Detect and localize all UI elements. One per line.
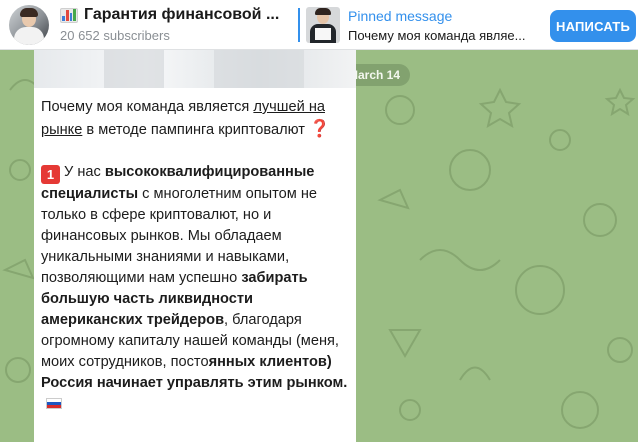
channel-title-text: Гарантия финансовой ...	[84, 6, 280, 23]
message-text: Почему моя команда является лучшей на ры…	[41, 97, 353, 436]
pinned-label: Pinned message	[348, 8, 453, 24]
chat-header: Гарантия финансовой ... 20 652 subscribe…	[0, 0, 638, 50]
channel-info[interactable]: Гарантия финансовой ... 20 652 subscribe…	[60, 6, 292, 43]
message-paragraph-1: Почему моя команда является лучшей на ры…	[41, 99, 331, 138]
pinned-thumbnail[interactable]	[306, 7, 340, 43]
pinned-message[interactable]: Pinned message Почему моя команда являе.…	[348, 8, 538, 43]
message-photo[interactable]	[34, 50, 356, 88]
subscriber-count: 20 652 subscribers	[60, 28, 170, 43]
question-icon: ❓	[309, 119, 331, 138]
bar-chart-icon	[60, 7, 78, 23]
message-bubble[interactable]: Почему моя команда является лучшей на ры…	[34, 50, 356, 442]
channel-title[interactable]: Гарантия финансовой ...	[60, 6, 292, 24]
pinned-preview: Почему моя команда являе...	[348, 28, 526, 43]
channel-avatar[interactable]	[9, 5, 49, 45]
number-one-icon: 1	[41, 165, 60, 184]
pinned-divider	[298, 8, 300, 42]
message-paragraph-2: 1У нас высококвалифицированные специалис…	[41, 162, 353, 415]
write-button[interactable]: НАПИСАТЬ	[550, 10, 636, 42]
russia-flag-icon	[46, 398, 62, 409]
